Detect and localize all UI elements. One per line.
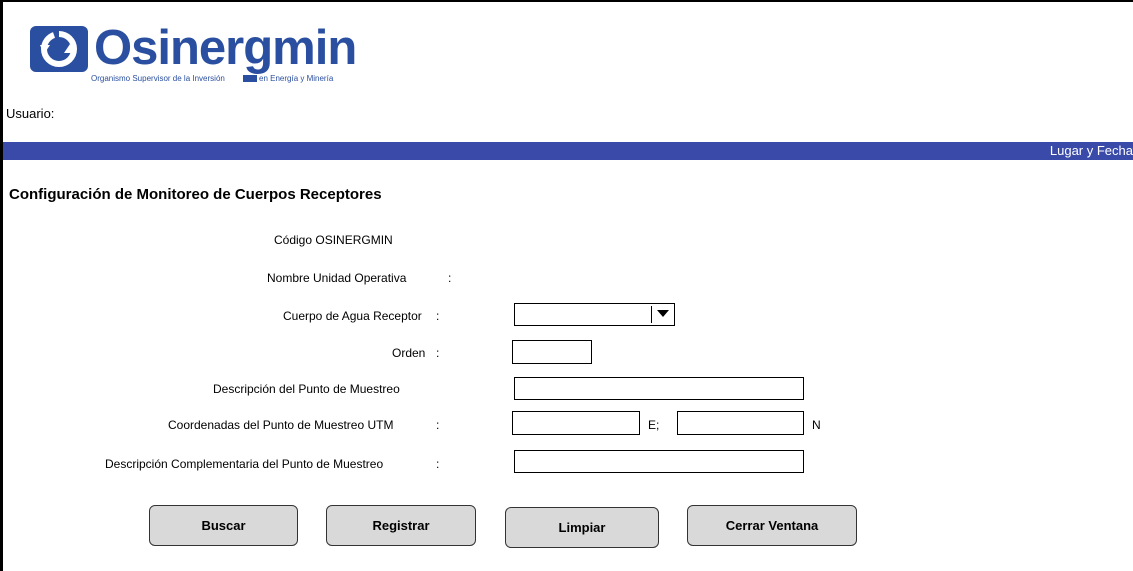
- user-label: Usuario:: [6, 106, 55, 121]
- osinergmin-emblem-icon: [30, 26, 88, 72]
- coordenadas-label: Coordenadas del Punto de Muestreo UTM: [168, 418, 394, 432]
- cuerpo-agua-label: Cuerpo de Agua Receptor: [283, 309, 422, 323]
- coordenada-norte-input[interactable]: [677, 411, 804, 435]
- cuerpo-agua-select[interactable]: [514, 303, 675, 326]
- coordenada-norte-suffix: N: [812, 418, 821, 432]
- complementaria-input[interactable]: [514, 450, 804, 473]
- cuerpo-agua-colon: :: [436, 309, 440, 323]
- logo-tagline-left: Organismo Supervisor de la Inversión: [91, 74, 225, 83]
- coordenadas-colon: :: [436, 418, 440, 432]
- complementaria-label: Descripción Complementaria del Punto de …: [105, 457, 384, 471]
- limpiar-button[interactable]: Limpiar: [505, 507, 659, 548]
- orden-input[interactable]: [512, 340, 592, 364]
- descripcion-label: Descripción del Punto de Muestreo: [213, 382, 400, 396]
- coordenada-este-input[interactable]: [512, 411, 640, 435]
- nombre-unidad-colon: :: [448, 271, 452, 285]
- logo-tagline-right: en Energía y Minería: [259, 74, 334, 83]
- header-bar: [3, 142, 1133, 160]
- window-left-border: [0, 0, 3, 571]
- logo-wordmark: Osinergmin: [94, 21, 357, 75]
- logo-tagline-bar: [243, 75, 257, 82]
- page-title: Configuración de Monitoreo de Cuerpos Re…: [9, 186, 382, 203]
- descripcion-input[interactable]: [514, 377, 804, 400]
- coordenada-este-suffix: E;: [648, 418, 660, 432]
- place-date-label: Lugar y Fecha: [1049, 143, 1133, 158]
- buscar-button[interactable]: Buscar: [149, 505, 298, 546]
- osinergmin-logo: Osinergmin Organismo Supervisor de la In…: [28, 21, 408, 86]
- window-top-border: [0, 0, 1133, 2]
- orden-colon: :: [436, 346, 440, 360]
- complementaria-colon: :: [436, 457, 440, 471]
- nombre-unidad-label: Nombre Unidad Operativa: [267, 271, 407, 285]
- registrar-button[interactable]: Registrar: [326, 505, 476, 546]
- cerrar-ventana-button[interactable]: Cerrar Ventana: [687, 505, 857, 546]
- chevron-down-icon[interactable]: [657, 310, 669, 317]
- codigo-label: Código OSINERGMIN: [274, 233, 393, 247]
- select-divider: [651, 306, 652, 323]
- orden-label: Orden: [392, 346, 426, 360]
